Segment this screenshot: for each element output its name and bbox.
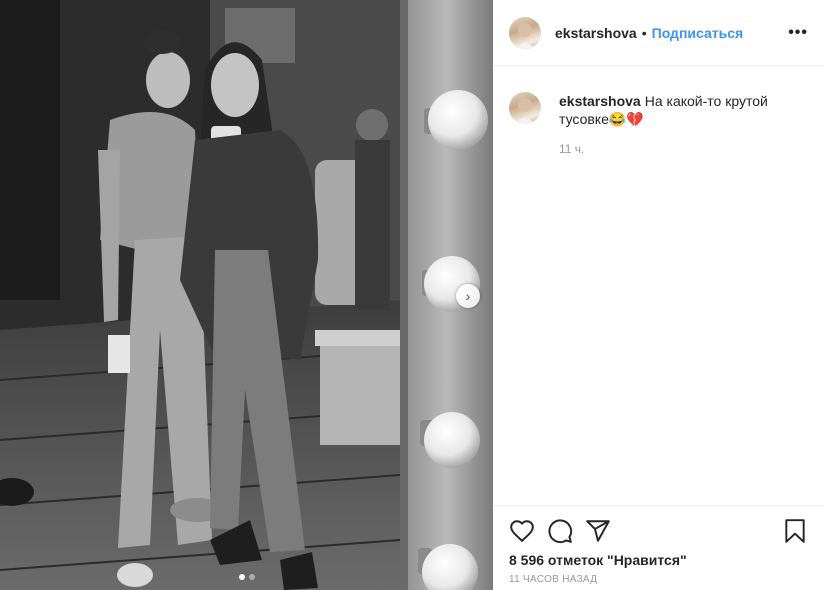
follow-button[interactable]: Подписаться <box>652 25 744 41</box>
carousel-dot-active <box>238 574 245 580</box>
caption-username[interactable]: ekstarshova <box>559 93 641 109</box>
chevron-right-icon: › <box>465 288 471 304</box>
carousel-indicator <box>0 574 493 580</box>
caption-timestamp[interactable]: 11 ч. <box>559 140 789 158</box>
post-sidebar: ekstarshova • Подписаться ••• ekstarshov… <box>493 0 824 590</box>
header-username[interactable]: ekstarshova <box>555 25 637 41</box>
post-header: ekstarshova • Подписаться ••• <box>493 0 824 66</box>
avatar[interactable] <box>509 16 541 49</box>
carousel-next-button[interactable]: › <box>456 284 480 308</box>
separator: • <box>641 24 647 41</box>
action-bar: 8 596 отметок "Нравится" 11 ЧАСОВ НАЗАД <box>493 505 824 590</box>
photo-image <box>0 0 493 590</box>
caption: ekstarshova На какой-то крутой тусовке😂💔 … <box>493 66 824 158</box>
carousel-dot <box>248 574 255 580</box>
post-timestamp[interactable]: 11 ЧАСОВ НАЗАД <box>493 568 824 585</box>
comment-icon[interactable] <box>547 518 573 544</box>
bookmark-icon[interactable] <box>782 518 808 544</box>
likes-count[interactable]: 8 596 отметок "Нравится" <box>493 544 824 568</box>
heart-icon[interactable] <box>509 518 535 544</box>
more-options-icon[interactable]: ••• <box>788 24 808 42</box>
post-photo[interactable]: › <box>0 0 493 590</box>
caption-avatar[interactable] <box>509 92 541 124</box>
share-icon[interactable] <box>585 518 611 544</box>
